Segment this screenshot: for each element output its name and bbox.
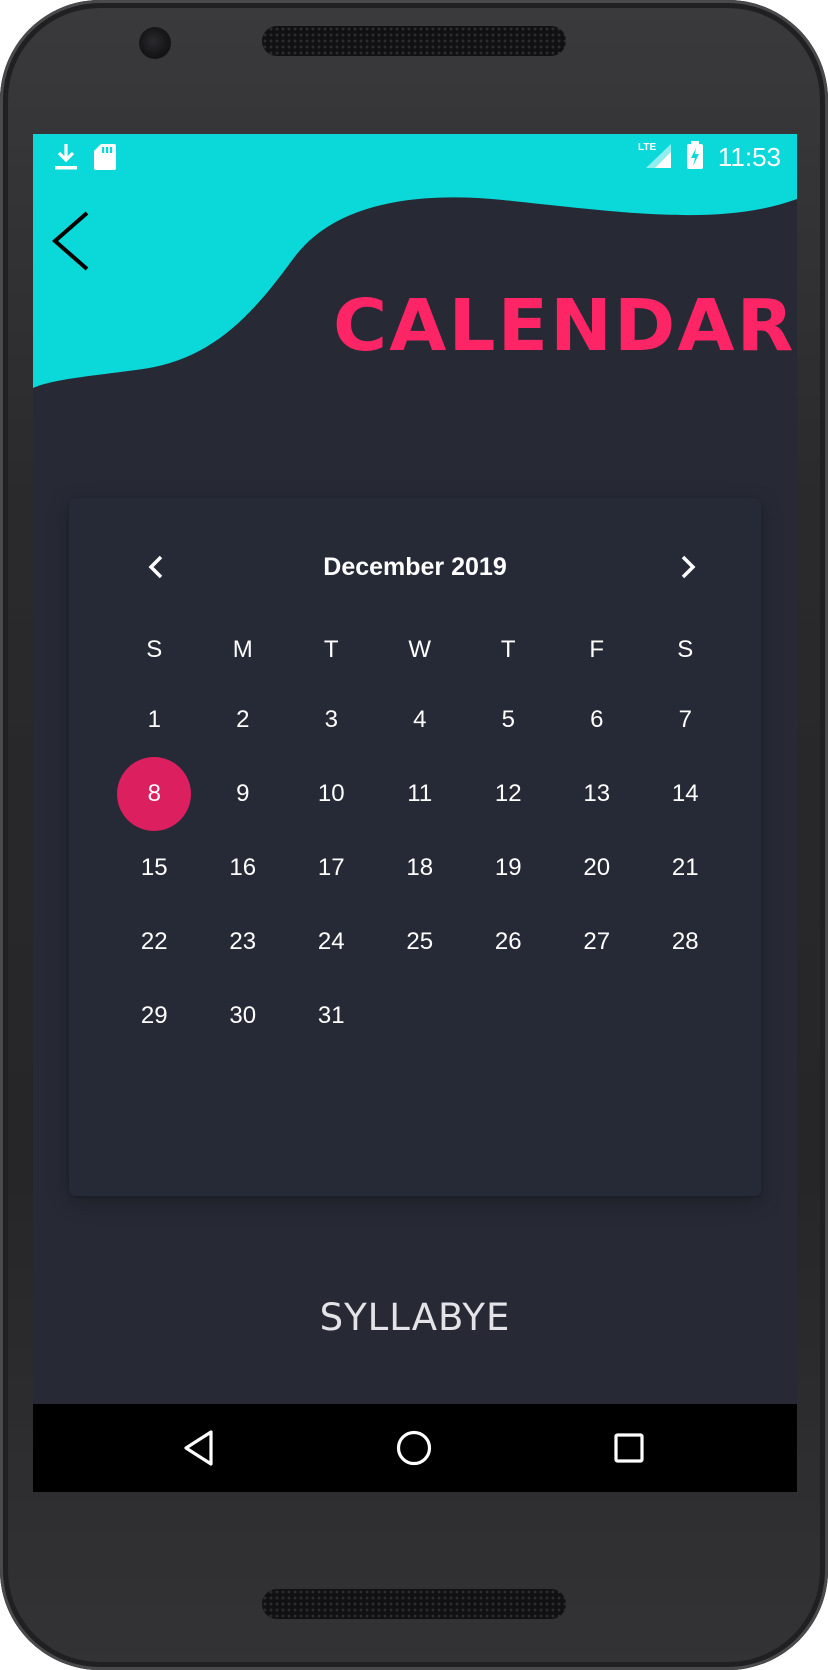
calendar-day[interactable]: 9 — [199, 757, 288, 831]
day-number: 2 — [236, 706, 250, 733]
day-number: 15 — [140, 854, 168, 881]
chevron-left-icon — [51, 211, 89, 271]
calendar-day[interactable]: 10 — [287, 757, 376, 831]
back-button[interactable] — [47, 206, 95, 276]
calendar-day[interactable]: 25 — [376, 905, 465, 979]
day-number: 19 — [494, 854, 522, 881]
calendar-day[interactable]: 22 — [110, 905, 199, 979]
svg-text:LTE: LTE — [638, 142, 656, 153]
day-number: 23 — [229, 928, 257, 955]
calendar-day[interactable]: 26 — [464, 905, 553, 979]
month-header: December 2019 — [69, 542, 761, 592]
day-number: 20 — [583, 854, 611, 881]
weekday-tuesday: T — [323, 636, 339, 663]
day-number: 30 — [229, 1002, 257, 1029]
calendar-day[interactable]: 17 — [287, 831, 376, 905]
calendar-day[interactable]: 14 — [641, 757, 730, 831]
weekday-monday: M — [232, 636, 253, 663]
days-grid: 1 2 3 4 5 6 7 8 9 10 11 12 13 14 15 16 17 18 19 20 21 22 23 24 2… — [110, 683, 730, 1053]
calendar-day[interactable]: 27 — [553, 905, 642, 979]
calendar-day[interactable]: 5 — [464, 683, 553, 757]
day-number: 14 — [671, 780, 699, 807]
home-circle-icon — [396, 1430, 432, 1466]
calendar-day[interactable]: 24 — [287, 905, 376, 979]
calendar-day[interactable]: 4 — [376, 683, 465, 757]
calendar-day[interactable]: 12 — [464, 757, 553, 831]
day-number: 16 — [229, 854, 257, 881]
day-number: 26 — [494, 928, 522, 955]
weekday-wednesday: W — [408, 636, 432, 663]
lte-signal-icon: LTE — [638, 140, 672, 175]
day-number: 31 — [317, 1002, 345, 1029]
page-title: CALENDAR — [333, 284, 796, 367]
day-number: 12 — [494, 780, 522, 807]
calendar-day[interactable]: 15 — [110, 831, 199, 905]
weekday-thursday: T — [500, 636, 516, 663]
phone-frame: LTE 11:53 CALENDAR December 2019 S M T W… — [0, 0, 828, 1670]
day-number: 24 — [317, 928, 345, 955]
day-number: 9 — [236, 780, 250, 807]
day-number: 6 — [590, 706, 604, 733]
next-month-button[interactable] — [663, 542, 713, 592]
day-number: 27 — [583, 928, 611, 955]
calendar-day[interactable]: 30 — [199, 979, 288, 1053]
day-number: 28 — [671, 928, 699, 955]
weekday-sunday: S — [146, 636, 163, 663]
calendar-day[interactable]: 21 — [641, 831, 730, 905]
weekday-saturday: S — [677, 636, 694, 663]
day-number: 18 — [406, 854, 434, 881]
nav-home-button[interactable] — [384, 1418, 444, 1478]
calendar-day[interactable]: 16 — [199, 831, 288, 905]
month-label: December 2019 — [323, 553, 507, 581]
sd-card-icon — [93, 142, 117, 177]
calendar-day[interactable]: 11 — [376, 757, 465, 831]
day-number: 10 — [317, 780, 345, 807]
nav-recents-button[interactable] — [599, 1418, 659, 1478]
nav-back-button[interactable] — [169, 1418, 229, 1478]
day-number: 3 — [324, 706, 338, 733]
navigation-bar — [33, 1404, 797, 1492]
battery-charging-icon — [686, 140, 704, 175]
brand-name: SYLLABYE — [319, 1296, 511, 1339]
day-number: 29 — [140, 1002, 168, 1029]
calendar-card: December 2019 S M T W T F S 1 2 3 4 5 6 7 8 9 10 1… — [69, 498, 761, 1196]
weekday-row: S M T W T F S — [110, 630, 730, 670]
calendar-day[interactable]: 20 — [553, 831, 642, 905]
download-icon — [53, 142, 79, 177]
day-number: 13 — [583, 780, 611, 807]
front-camera — [139, 27, 171, 59]
status-time: 11:53 — [717, 142, 781, 172]
weekday-friday: F — [589, 636, 605, 663]
calendar-day[interactable]: 28 — [641, 905, 730, 979]
recents-square-icon — [614, 1433, 644, 1463]
day-number: 4 — [413, 706, 427, 733]
day-number: 25 — [406, 928, 434, 955]
calendar-day[interactable]: 29 — [110, 979, 199, 1053]
bottom-speaker — [262, 1589, 566, 1619]
chevron-right-icon — [681, 555, 696, 579]
status-bar: LTE 11:53 — [33, 134, 797, 184]
calendar-day[interactable]: 2 — [199, 683, 288, 757]
calendar-day[interactable]: 18 — [376, 831, 465, 905]
calendar-day[interactable]: 13 — [553, 757, 642, 831]
day-number: 5 — [501, 706, 515, 733]
calendar-day[interactable]: 23 — [199, 905, 288, 979]
calendar-day[interactable]: 3 — [287, 683, 376, 757]
day-number: 21 — [671, 854, 699, 881]
day-number: 17 — [317, 854, 345, 881]
day-number: 8 — [147, 780, 161, 807]
day-number: 7 — [678, 706, 692, 733]
calendar-day[interactable]: 7 — [641, 683, 730, 757]
earpiece-speaker — [262, 26, 566, 56]
calendar-day[interactable]: 19 — [464, 831, 553, 905]
calendar-day[interactable]: 6 — [553, 683, 642, 757]
day-number: 22 — [140, 928, 168, 955]
calendar-day[interactable]: 31 — [287, 979, 376, 1053]
back-triangle-icon — [184, 1430, 213, 1466]
calendar-day[interactable]: 1 — [110, 683, 199, 757]
day-number: 1 — [147, 706, 161, 733]
day-number: 11 — [407, 780, 433, 807]
app-screen: LTE 11:53 CALENDAR December 2019 S M T W… — [33, 134, 797, 1492]
selected-day[interactable]: 8 — [110, 757, 199, 831]
